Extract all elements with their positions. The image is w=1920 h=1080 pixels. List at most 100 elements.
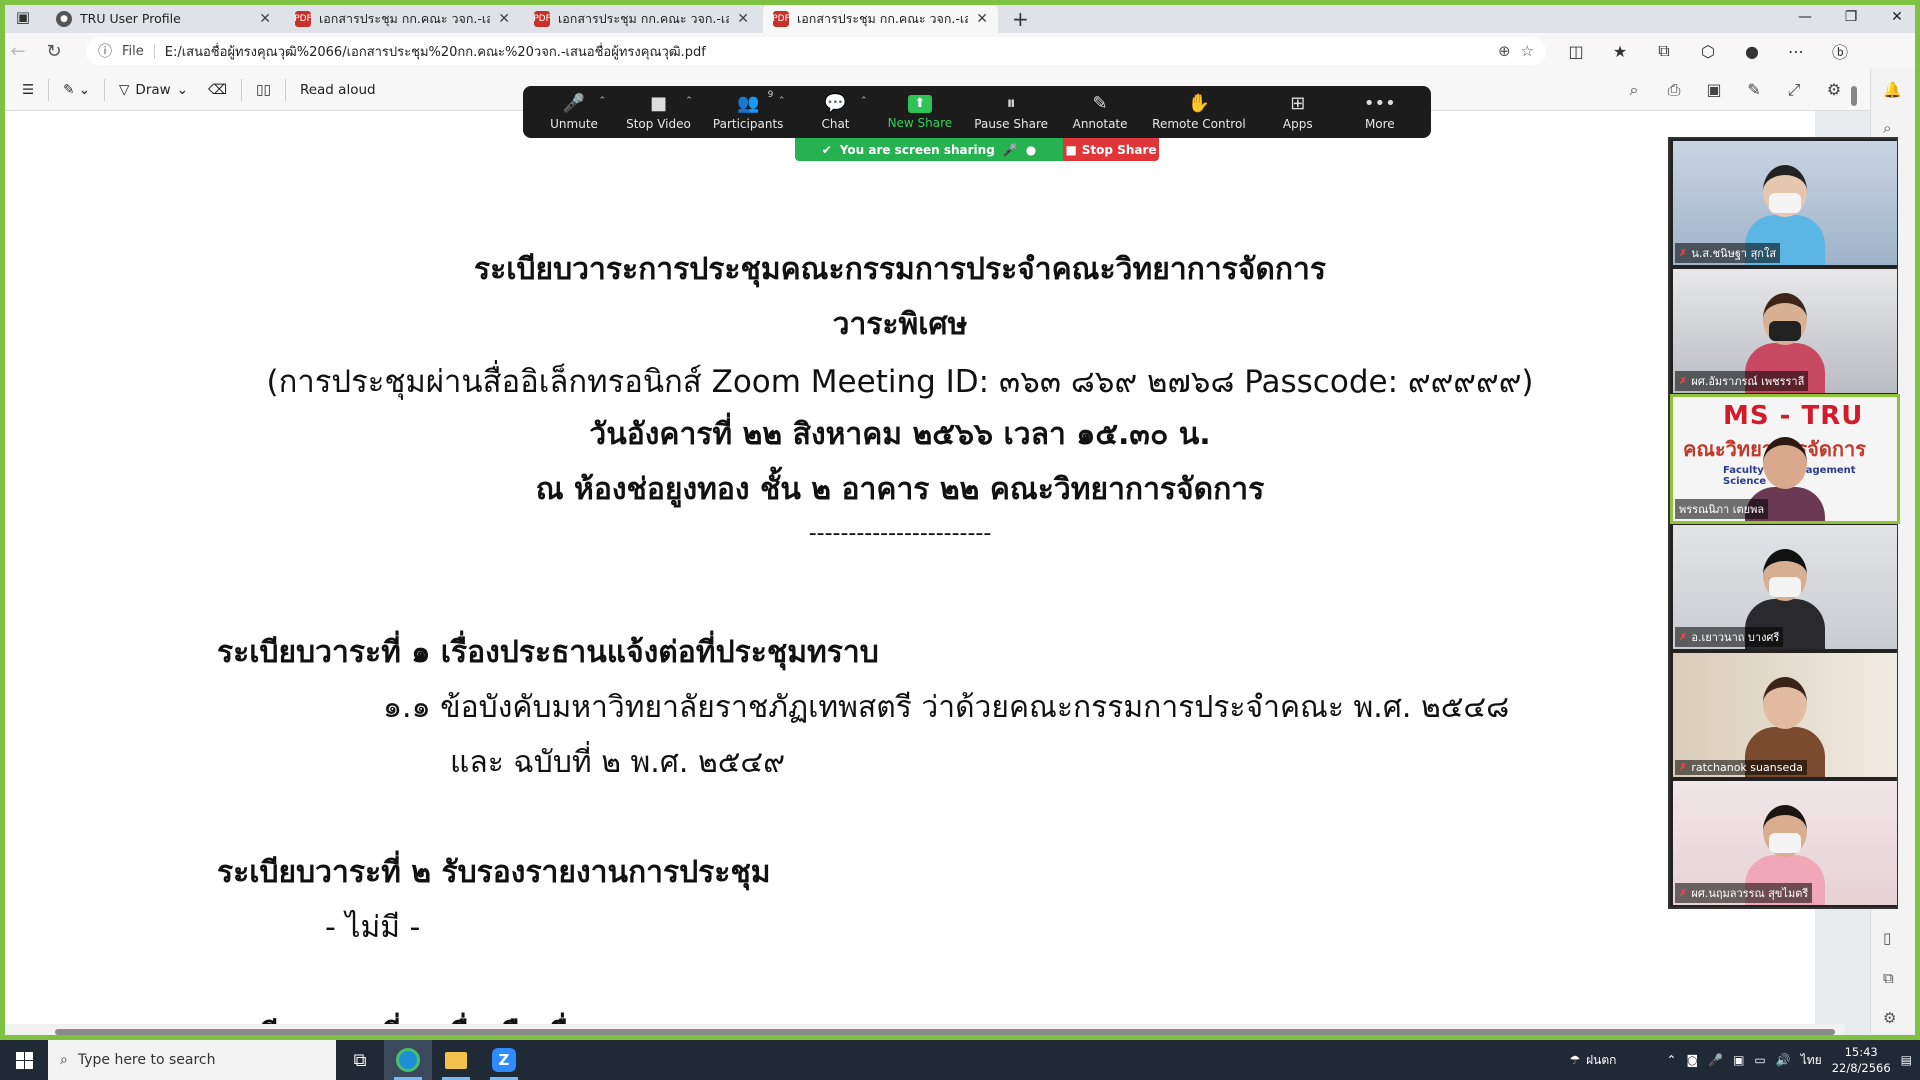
sidebar-search-icon[interactable]: ⌕	[1883, 119, 1891, 137]
more-menu-icon[interactable]: ⋯	[1776, 39, 1816, 63]
notification-bell-icon[interactable]: 🔔	[1883, 81, 1902, 99]
language-indicator[interactable]: ไทย	[1801, 1051, 1822, 1070]
camera-icon[interactable]: ◙	[1686, 1053, 1698, 1067]
favorite-star-icon[interactable]: ☆	[1521, 42, 1534, 60]
volume-icon[interactable]: 🔊	[1776, 1053, 1791, 1067]
edge-browser-icon[interactable]	[384, 1040, 432, 1080]
split-screen-icon[interactable]: ◫	[1556, 39, 1596, 63]
external-link-icon[interactable]: ⧉	[1883, 969, 1894, 987]
tab-actions-icon[interactable]: ▣	[0, 0, 46, 33]
annotate-button[interactable]: ✎ Annotate	[1070, 93, 1130, 131]
shield-icon: ●	[1025, 142, 1037, 157]
draw-button[interactable]: ▽ Draw ⌄	[109, 75, 198, 105]
participant-video[interactable]: ✗ ผศ.นฤมลวรรณ สุขไมตรี	[1673, 781, 1897, 905]
agenda-1-item: ๑.๑ ข้อบังคับมหาวิทยาลัยราชภัฏเทพสตรี ว่…	[383, 690, 1510, 725]
chevron-down-icon[interactable]: ⌃	[778, 96, 786, 106]
stop-video-button[interactable]: ■ ⌃ Stop Video	[626, 93, 693, 131]
sidebar-panel-icon[interactable]: ▯	[1883, 929, 1891, 947]
notification-center-icon[interactable]: ▤	[1901, 1053, 1912, 1067]
sidebar-settings-icon[interactable]: ⚙	[1883, 1009, 1896, 1027]
participant-video[interactable]: ✗ น.ส.ชนิษฐา สุกใส	[1673, 141, 1897, 265]
clock[interactable]: 15:43 22/8/2566	[1832, 1044, 1891, 1076]
horizontal-scrollbar[interactable]	[5, 1024, 1845, 1038]
taskbar-search-box[interactable]: ⌕ Type here to search	[48, 1040, 336, 1080]
participant-video-active-speaker[interactable]: MS - TRU คณะวิทยาการจัดการ Faculty of Ma…	[1670, 394, 1900, 524]
apps-button[interactable]: ⊞ Apps	[1268, 93, 1328, 131]
stop-share-button[interactable]: ■ Stop Share	[1063, 138, 1159, 161]
browser-tab[interactable]: ● TRU User Profile ✕	[46, 4, 281, 33]
collections-icon[interactable]: ⧉	[1644, 39, 1684, 63]
back-icon[interactable]: ←	[0, 36, 36, 66]
info-icon[interactable]: ⓘ	[98, 41, 112, 61]
search-icon[interactable]: ⌕	[1616, 80, 1652, 100]
security-icon[interactable]: ▣	[1733, 1053, 1744, 1067]
chat-button[interactable]: 💬 ⌃ Chat	[805, 93, 868, 131]
meeting-info: (การประชุมผ่านสื่ออิเล็กทรอนิกส์ Zoom Me…	[266, 364, 1534, 400]
microphone-icon[interactable]: 🎤	[1708, 1053, 1723, 1067]
highlight-icon[interactable]: ✎ ⌄	[53, 75, 100, 105]
new-share-button[interactable]: ⬆ New Share	[888, 94, 952, 130]
new-tab-icon[interactable]: +	[1002, 4, 1039, 33]
save-icon[interactable]: ▣	[1696, 80, 1732, 100]
zoom-in-icon[interactable]: ⊕	[1498, 42, 1511, 60]
browser-tab[interactable]: PDF เอกสารประชุม กก.คณะ วจก.-เสนอชื่อผู้…	[285, 4, 520, 33]
print-icon[interactable]: ⎙	[1656, 80, 1692, 100]
participant-video[interactable]: ✗ อ.เยาวนาถ บางศรี	[1673, 525, 1897, 649]
scroll-thumb[interactable]	[1851, 86, 1857, 106]
weather-widget[interactable]: ☂ ฝนตก	[1569, 1051, 1616, 1070]
scroll-thumb[interactable]	[55, 1029, 1835, 1035]
eraser-icon[interactable]: ⌫	[198, 75, 237, 105]
remote-control-button[interactable]: ✋ Remote Control	[1152, 93, 1246, 131]
refresh-icon[interactable]: ↻	[36, 36, 72, 66]
task-view-icon[interactable]: ⧉	[336, 1040, 384, 1080]
profile-avatar-icon[interactable]: ●	[1732, 39, 1772, 63]
participant-name-tag: ✗ ผศ.อัมราภรณ์ เพชรราลี	[1675, 371, 1809, 391]
address-bar-row: ← ↻ ⓘ File E:/เสนอชื่อผู้ทรงคุณวุฒิ%2066…	[0, 33, 1920, 69]
close-tab-icon[interactable]: ✕	[976, 11, 988, 27]
button-label: More	[1364, 116, 1395, 131]
participants-button[interactable]: 👥 9 ⌃ Participants	[713, 90, 786, 131]
start-button[interactable]	[0, 1040, 48, 1080]
tab-title: เอกสารประชุม กก.คณะ วจก.-เสนอชื่อผู้ทรงค…	[797, 10, 969, 26]
minimize-icon[interactable]: —	[1782, 0, 1828, 33]
pdf-document-view[interactable]: ระเบียบวาระการประชุมคณะกรรมการประจำคณะวิ…	[5, 111, 1815, 1033]
more-button[interactable]: ••• More	[1350, 93, 1410, 131]
url-text[interactable]: E:/เสนอชื่อผู้ทรงคุณวุฒิ%2066/เอกสารประช…	[165, 41, 1488, 62]
network-icon[interactable]: ▭	[1754, 1053, 1765, 1067]
zoom-app-icon[interactable]: Z	[480, 1040, 528, 1080]
chevron-down-icon[interactable]: ⌃	[598, 96, 606, 106]
close-tab-icon[interactable]: ✕	[737, 11, 749, 27]
browser-tab-active[interactable]: PDF เอกสารประชุม กก.คณะ วจก.-เสนอชื่อผู้…	[763, 4, 998, 33]
windows-logo-icon	[15, 1051, 33, 1069]
settings-gear-icon[interactable]: ⚙	[1816, 80, 1852, 100]
fullscreen-icon[interactable]: ⤢	[1776, 80, 1812, 100]
copilot-icon[interactable]: ⓑ	[1820, 39, 1860, 63]
page-view-icon[interactable]: ▯▯	[246, 75, 281, 105]
extension-icon[interactable]: ⬡	[1688, 39, 1728, 63]
close-tab-icon[interactable]: ✕	[498, 11, 510, 27]
chevron-down-icon[interactable]: ⌃	[685, 96, 693, 106]
read-aloud-button[interactable]: Read aloud	[290, 75, 386, 105]
favorites-icon[interactable]: ★	[1600, 39, 1640, 63]
chevron-down-icon[interactable]: ⌃	[860, 96, 868, 106]
participant-name-tag: พรรณนิภา เตยพล	[1675, 499, 1769, 519]
contents-icon[interactable]: ☰	[12, 75, 44, 105]
participant-video[interactable]: ✗ ratchanok suanseda	[1673, 653, 1897, 777]
browser-tab[interactable]: PDF เอกสารประชุม กก.คณะ วจก.-เสนอชื่อผู้…	[524, 4, 759, 33]
divider	[48, 78, 50, 101]
divider	[104, 78, 106, 101]
close-window-icon[interactable]: ✕	[1874, 0, 1920, 33]
pause-share-button[interactable]: ⏸ Pause Share	[974, 93, 1048, 131]
pdf-icon: PDF	[772, 10, 790, 27]
file-explorer-icon[interactable]	[432, 1040, 480, 1080]
restore-icon[interactable]: ❐	[1828, 0, 1874, 33]
chevron-down-icon[interactable]: ⌄	[177, 82, 188, 98]
search-placeholder: Type here to search	[77, 1052, 216, 1068]
address-bar[interactable]: ⓘ File E:/เสนอชื่อผู้ทรงคุณวุฒิ%2066/เอก…	[86, 37, 1546, 65]
close-tab-icon[interactable]: ✕	[259, 11, 271, 27]
chevron-up-icon[interactable]: ⌃	[1666, 1053, 1676, 1067]
save-as-icon[interactable]: ✎	[1736, 80, 1772, 100]
agenda-1-heading: ระเบียบวาระที่ ๑ เรื่องประธานแจ้งต่อที่ป…	[217, 635, 879, 670]
participant-video[interactable]: ✗ ผศ.อัมราภรณ์ เพชรราลี	[1673, 269, 1897, 393]
unmute-button[interactable]: 🎤 ⌃ Unmute	[544, 93, 606, 131]
